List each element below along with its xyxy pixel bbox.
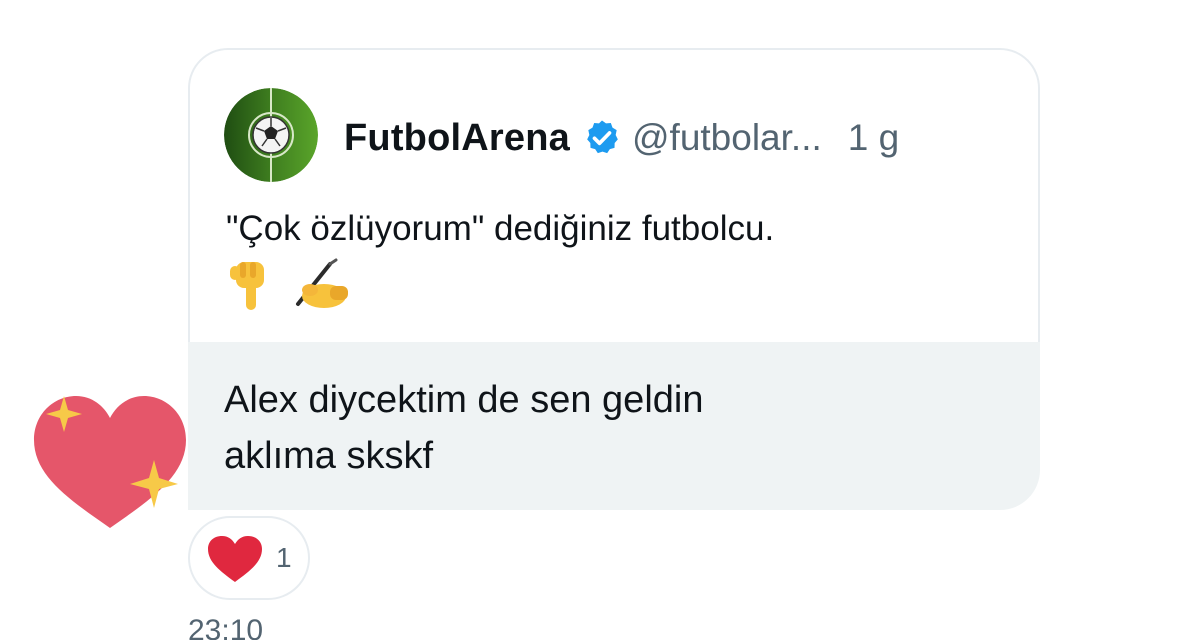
tweet-text: "Çok özlüyorum" dediğiniz futbolcu. [226,209,775,248]
tweet-emoji-row [226,256,1016,328]
reaction-count: 1 [276,542,292,573]
message-timestamp: 23:10 [188,614,264,640]
message-text: Alex diycektim de sen geldin aklıma sksk… [224,372,984,484]
tweet-author-row: FutbolArena @futbolar... 1 g [344,110,899,166]
quoted-tweet-card[interactable]: FutbolArena @futbolar... 1 g "Çok özlüyo… [188,48,1040,344]
sparkling-heart-icon [30,388,190,534]
heart-icon [206,534,264,584]
soccer-ball-icon [224,88,318,182]
writing-hand-icon [290,256,352,328]
author-handle[interactable]: @futbolar... [632,117,822,159]
message-line-1: Alex diycektim de sen geldin [224,379,704,421]
pointing-down-icon [226,256,274,328]
author-name[interactable]: FutbolArena [344,117,570,160]
reaction-button[interactable]: 1 [188,516,310,600]
verified-badge-icon [582,118,622,158]
tweet-text-block: "Çok özlüyorum" dediğiniz futbolcu. [226,202,1016,328]
message-bubble[interactable]: Alex diycektim de sen geldin aklıma sksk… [188,342,1040,510]
tweet-time-ago[interactable]: 1 g [848,117,899,159]
dm-conversation: FutbolArena @futbolar... 1 g "Çok özlüyo… [0,0,1194,640]
author-avatar[interactable] [224,88,318,182]
message-group: FutbolArena @futbolar... 1 g "Çok özlüyo… [188,48,1040,510]
message-line-2: aklıma skskf [224,435,434,477]
